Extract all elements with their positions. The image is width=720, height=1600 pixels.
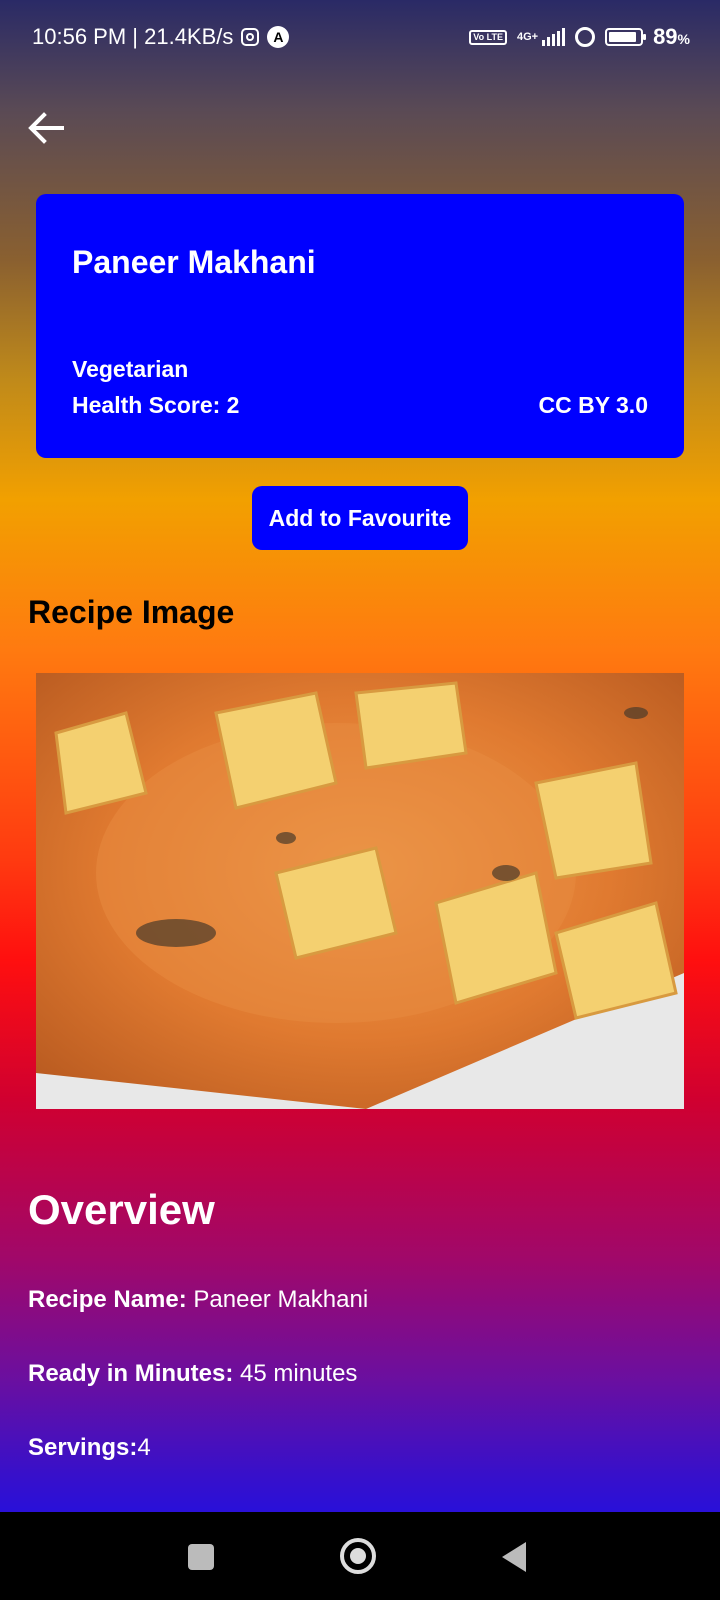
status-right: Vo LTE 4G+ 89% <box>469 24 690 50</box>
health-score: Health Score: 2 <box>72 392 240 418</box>
recipe-name-value: Paneer Makhani <box>186 1286 369 1313</box>
volte-icon: Vo LTE <box>469 29 507 45</box>
system-nav-bar <box>0 1512 720 1600</box>
recipe-name-label: Recipe Name: <box>28 1286 187 1313</box>
license-label: CC BY 3.0 <box>538 392 648 418</box>
ready-minutes-label: Ready in Minutes: <box>28 1360 234 1387</box>
recipe-name-row: Recipe Name: Paneer Makhani <box>28 1286 368 1314</box>
status-bar: 10:56 PM | 21.4KB/s A Vo LTE 4G+ 89% <box>0 0 720 80</box>
home-circle-icon[interactable] <box>340 1538 376 1574</box>
status-time: 10:56 PM | 21.4KB/s <box>32 24 234 49</box>
signal-icon <box>542 28 566 46</box>
recents-square-icon[interactable] <box>188 1544 214 1570</box>
servings-row: Servings:4 <box>28 1434 151 1462</box>
battery-percent: 89% <box>653 24 690 49</box>
a-app-icon: A <box>267 26 290 48</box>
battery-icon <box>605 28 647 46</box>
servings-label: Servings: <box>28 1434 138 1461</box>
network-type: 4G+ <box>516 31 539 43</box>
ready-minutes-row: Ready in Minutes: 45 minutes <box>28 1360 357 1388</box>
recipe-image <box>36 673 684 1109</box>
status-left: 10:56 PM | 21.4KB/s A <box>32 24 290 50</box>
recipe-image-heading: Recipe Image <box>28 594 235 630</box>
ready-minutes-value: 45 minutes <box>233 1360 358 1387</box>
instagram-icon <box>241 28 260 46</box>
overview-heading: Overview <box>28 1186 215 1233</box>
servings-value: 4 <box>137 1434 151 1461</box>
loop-icon <box>575 27 596 47</box>
recipe-diet: Vegetarian <box>72 356 189 382</box>
back-triangle-icon[interactable] <box>502 1542 526 1572</box>
recipe-card: Paneer Makhani Vegetarian Health Score: … <box>36 194 684 458</box>
recipe-title: Paneer Makhani <box>72 244 316 280</box>
add-to-favourite-button[interactable]: Add to Favourite <box>252 486 468 550</box>
back-arrow-icon[interactable] <box>26 108 66 148</box>
